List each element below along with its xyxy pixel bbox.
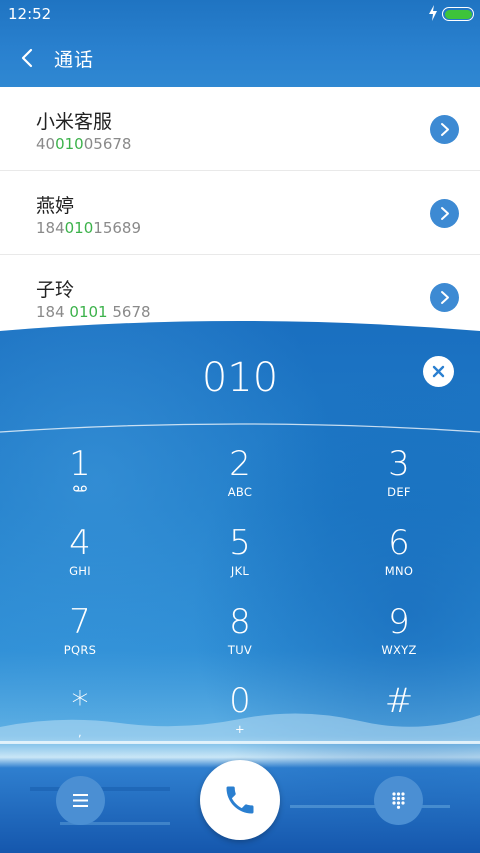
key-7[interactable]: 7 PQRS bbox=[20, 603, 140, 673]
dialer-panel: 010 1 2 ABC 3 DEF 4 GHI 5 JKL 6 MNO 7 PQRS 8 TU… bbox=[0, 317, 480, 853]
key-hash[interactable]: # bbox=[339, 682, 459, 752]
voicemail-icon bbox=[73, 485, 87, 492]
contact-name: 燕婷 bbox=[36, 195, 75, 217]
list-item[interactable]: 燕婷 18401015689 bbox=[0, 171, 480, 255]
key-1[interactable]: 1 bbox=[20, 445, 140, 515]
phone-icon bbox=[226, 786, 254, 814]
clear-icon bbox=[432, 365, 445, 378]
key-6[interactable]: 6 MNO bbox=[339, 524, 459, 594]
clear-button[interactable] bbox=[423, 356, 454, 387]
chevron-right-icon bbox=[441, 291, 449, 304]
menu-button[interactable] bbox=[56, 776, 105, 825]
key-9[interactable]: 9 WXYZ bbox=[339, 603, 459, 673]
call-button[interactable] bbox=[200, 760, 280, 840]
contact-number: 18401015689 bbox=[36, 219, 141, 237]
key-0[interactable]: 0 + bbox=[180, 682, 300, 752]
list-item[interactable]: 小米客服 4001005678 bbox=[0, 87, 480, 171]
charging-icon bbox=[429, 5, 437, 21]
contact-detail-button[interactable] bbox=[430, 199, 459, 228]
match-highlight: 010 bbox=[64, 219, 94, 237]
battery-icon bbox=[442, 7, 474, 21]
key-3[interactable]: 3 DEF bbox=[339, 445, 459, 515]
status-time: 12:52 bbox=[8, 5, 52, 23]
key-4[interactable]: 4 GHI bbox=[20, 524, 140, 594]
contact-detail-button[interactable] bbox=[430, 115, 459, 144]
match-highlight: 010 bbox=[55, 135, 84, 153]
dial-input-display[interactable]: 010 bbox=[0, 355, 480, 401]
status-bar: 12:52 bbox=[0, 0, 480, 28]
chevron-left-icon[interactable] bbox=[16, 46, 40, 70]
key-2[interactable]: 2 ABC bbox=[180, 445, 300, 515]
keypad-toggle-button[interactable] bbox=[374, 776, 423, 825]
key-8[interactable]: 8 TUV bbox=[180, 603, 300, 673]
nav-bar: 通话 bbox=[0, 38, 480, 78]
chevron-right-icon bbox=[441, 207, 449, 220]
chevron-right-icon bbox=[441, 123, 449, 136]
contact-number: 4001005678 bbox=[36, 135, 132, 153]
contact-name: 子玲 bbox=[36, 279, 75, 301]
display-divider bbox=[0, 423, 480, 433]
key-star[interactable]: *, bbox=[20, 685, 140, 755]
battery-level bbox=[444, 9, 472, 19]
contact-results-list: 小米客服 4001005678 燕婷 18401015689 子玲 184 01… bbox=[0, 87, 480, 339]
contact-name: 小米客服 bbox=[36, 111, 113, 133]
page-title: 通话 bbox=[54, 49, 95, 71]
key-5[interactable]: 5 JKL bbox=[180, 524, 300, 594]
menu-icon bbox=[73, 794, 88, 807]
contact-detail-button[interactable] bbox=[430, 283, 459, 312]
app-header: 12:52 通话 bbox=[0, 0, 480, 87]
keypad-icon bbox=[392, 792, 405, 809]
